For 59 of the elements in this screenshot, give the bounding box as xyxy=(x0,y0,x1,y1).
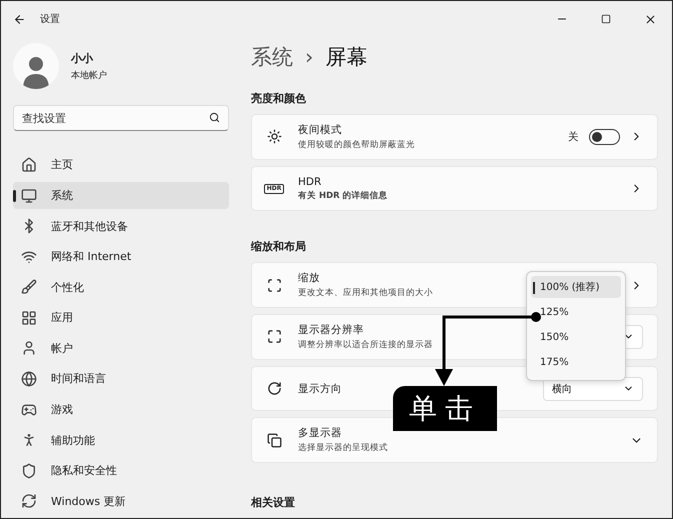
sidebar-item[interactable]: 时间和语言 xyxy=(13,365,229,393)
account-type: 本地帐户 xyxy=(71,70,107,82)
sidebar-item[interactable]: Windows 更新 xyxy=(13,487,229,516)
sidebar-item[interactable]: 主页 xyxy=(13,151,229,179)
sidebar-item[interactable]: 蓝牙和其他设备 xyxy=(13,212,229,240)
wifi-icon xyxy=(21,248,37,265)
back-icon[interactable] xyxy=(13,12,26,26)
toggle-switch[interactable] xyxy=(589,128,620,145)
sidebar-item[interactable]: 网络和 Internet xyxy=(13,242,229,271)
search-icon xyxy=(209,112,220,123)
user-name: 小小 xyxy=(71,50,94,66)
refresh-icon xyxy=(21,493,37,510)
close-icon xyxy=(644,12,656,26)
person-icon xyxy=(21,340,37,356)
setting-title: 夜间模式 xyxy=(298,122,343,137)
monitor-icon xyxy=(21,188,37,204)
menu-option[interactable]: 150% xyxy=(531,326,621,348)
setting-description: 更改文本、应用和其他项目的大小 xyxy=(298,287,433,300)
page-title: 屏幕 xyxy=(325,44,368,71)
setting-description: 使用较暖的颜色帮助屏蔽蓝光 xyxy=(298,138,415,151)
sidebar-item[interactable]: 个性化 xyxy=(13,273,229,302)
globe-icon xyxy=(21,370,37,387)
section-heading: 缩放和布局 xyxy=(251,239,307,254)
search-field[interactable]: 查找设置 xyxy=(13,105,229,131)
rotate-icon xyxy=(266,381,282,396)
brush-icon xyxy=(21,279,37,296)
sidebar-item[interactable]: 辅助功能 xyxy=(13,426,229,454)
home-icon xyxy=(21,156,37,173)
sidebar-item[interactable]: 隐私和安全性 xyxy=(13,456,229,485)
setting-description: 调整分辨率以适合所连接的显示器 xyxy=(298,338,433,351)
breadcrumb-separator: › xyxy=(305,45,314,69)
sun-icon xyxy=(266,129,282,144)
avatar xyxy=(13,43,59,89)
menu-option[interactable]: 100% (推荐) xyxy=(531,276,621,298)
setting-title: HDR xyxy=(298,176,322,188)
setting-description: 选择显示器的呈现模式 xyxy=(298,442,388,454)
window-title: 设置 xyxy=(40,12,60,26)
setting-title: 显示方向 xyxy=(298,382,342,396)
screens-icon xyxy=(266,432,282,448)
sidebar-item[interactable]: 应用 xyxy=(13,304,229,332)
apps-icon xyxy=(21,310,37,326)
setting-title: 显示器分辨率 xyxy=(298,322,365,337)
setting-description[interactable]: 有关 HDR 的详细信息 xyxy=(298,190,388,202)
shield-icon xyxy=(21,462,37,479)
sidebar-item[interactable]: 帐户 xyxy=(13,334,229,362)
section-heading: 亮度和颜色 xyxy=(251,91,307,106)
setting-title: 多显示器 xyxy=(298,426,343,440)
monitor-frame-icon xyxy=(266,329,282,344)
annotation-callout: 单击 xyxy=(393,386,497,431)
toggle-state-label: 关 xyxy=(568,130,579,144)
sidebar-item[interactable]: 系统 xyxy=(13,182,229,210)
sidebar-item[interactable]: 游戏 xyxy=(13,396,229,424)
section-heading: 相关设置 xyxy=(251,495,296,510)
scale-icon xyxy=(266,278,282,293)
gamepad-icon xyxy=(21,402,37,418)
setting-card[interactable]: 夜间模式 使用较暖的颜色帮助屏蔽蓝光 关 xyxy=(251,114,658,160)
breadcrumb-parent[interactable]: 系统 xyxy=(251,43,293,71)
maximize-icon xyxy=(601,14,611,24)
setting-title: 缩放 xyxy=(298,271,321,286)
